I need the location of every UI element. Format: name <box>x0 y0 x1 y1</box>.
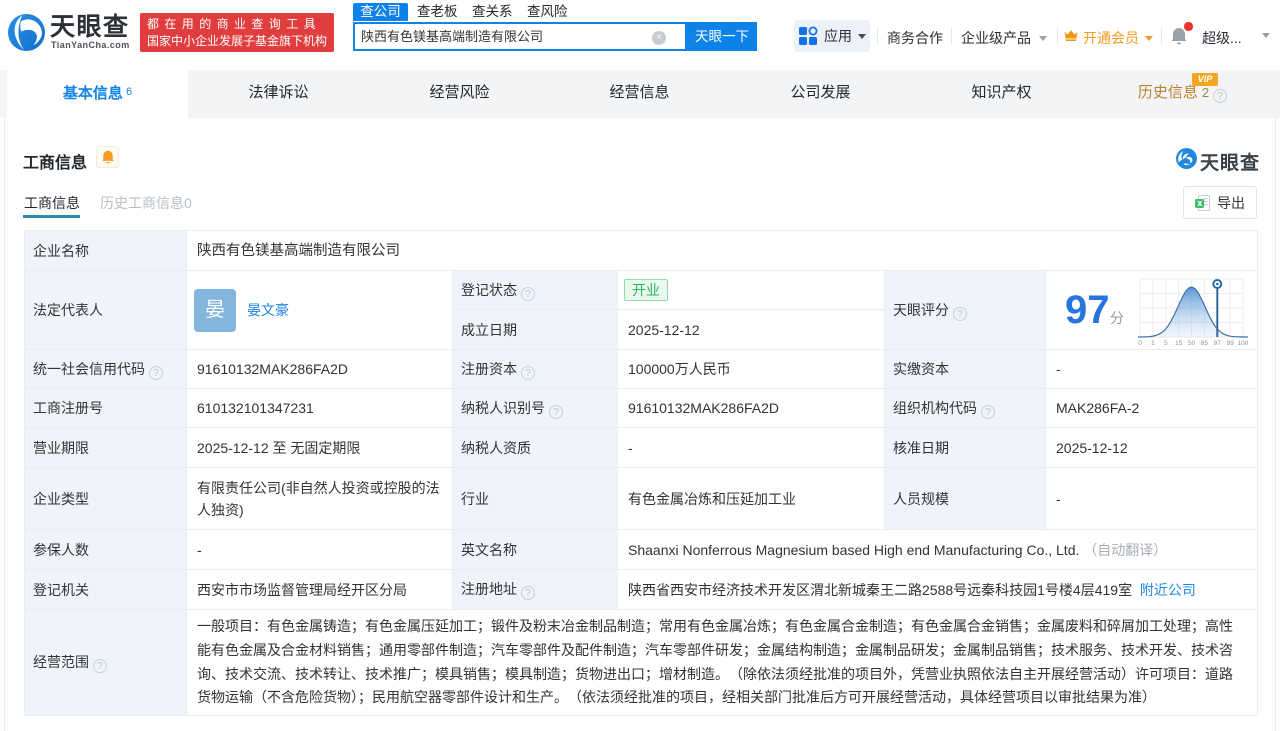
svg-text:5: 5 <box>1164 340 1168 347</box>
svg-text:97: 97 <box>1214 340 1222 347</box>
svg-text:99: 99 <box>1226 340 1234 347</box>
svg-text:85: 85 <box>1201 340 1209 347</box>
svg-text:100: 100 <box>1238 340 1249 347</box>
svg-text:0: 0 <box>1138 340 1142 347</box>
svg-text:15: 15 <box>1175 340 1183 347</box>
svg-text:1: 1 <box>1151 340 1155 347</box>
svg-text:50: 50 <box>1188 340 1196 347</box>
